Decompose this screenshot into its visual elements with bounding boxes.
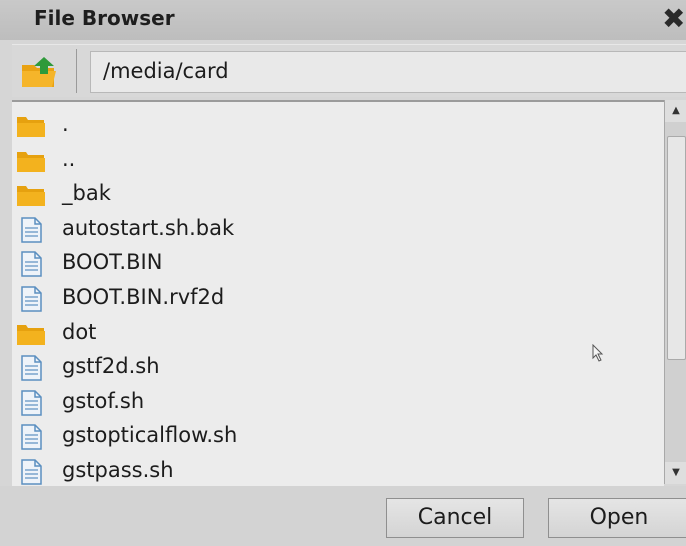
list-item[interactable]: BOOT.BIN bbox=[12, 246, 664, 281]
parent-folder-button[interactable] bbox=[20, 55, 64, 89]
list-item[interactable]: autostart.sh.bak bbox=[12, 212, 664, 247]
list-item[interactable]: . bbox=[12, 108, 664, 143]
scroll-down-button[interactable]: ▼ bbox=[665, 462, 686, 484]
file-name: BOOT.BIN.rvf2d bbox=[62, 285, 225, 309]
file-name: gstpass.sh bbox=[62, 458, 174, 482]
list-item[interactable]: _bak bbox=[12, 177, 664, 212]
file-icon bbox=[16, 251, 46, 278]
folder-icon bbox=[16, 113, 46, 139]
mouse-cursor-icon bbox=[592, 344, 604, 362]
file-name: BOOT.BIN bbox=[62, 250, 163, 275]
file-name: gstf2d.sh bbox=[62, 354, 160, 379]
scroll-up-button[interactable]: ▲ bbox=[665, 100, 686, 122]
file-name: autostart.sh.bak bbox=[62, 215, 235, 240]
list-item[interactable]: gstopticalflow.sh bbox=[12, 419, 664, 454]
file-list[interactable]: ... _bak autostart.sh.bak BOOT.BIN BOOT.BIN.… bbox=[12, 100, 664, 488]
file-icon bbox=[16, 286, 46, 312]
list-item[interactable]: gstf2d.sh bbox=[12, 350, 664, 385]
dialog-footer: Cancel Open bbox=[0, 486, 686, 546]
separator bbox=[76, 49, 77, 93]
open-button[interactable]: Open bbox=[548, 498, 686, 538]
file-name: . bbox=[62, 112, 69, 136]
folder-up-icon bbox=[22, 57, 56, 87]
cancel-button[interactable]: Cancel bbox=[386, 498, 524, 538]
file-name: gstof.sh bbox=[62, 388, 145, 413]
list-item[interactable]: gstof.sh bbox=[12, 385, 664, 420]
file-browser-window: File Browser ✖ /media/card ... _bakautost… bbox=[0, 0, 686, 546]
file-icon bbox=[16, 459, 46, 485]
path-bar: /media/card bbox=[12, 44, 686, 97]
path-text: /media/card bbox=[103, 59, 229, 83]
list-item[interactable]: BOOT.BIN.rvf2d bbox=[12, 281, 664, 316]
file-name: .. bbox=[62, 146, 76, 171]
window-title: File Browser bbox=[34, 6, 175, 30]
file-name: gstopticalflow.sh bbox=[62, 423, 238, 448]
file-name: _bak bbox=[62, 181, 111, 206]
list-item[interactable]: .. bbox=[12, 143, 664, 178]
file-icon bbox=[16, 390, 46, 416]
file-icon bbox=[16, 424, 46, 451]
folder-icon bbox=[16, 182, 46, 208]
file-name: dot bbox=[62, 319, 97, 344]
folder-icon bbox=[16, 321, 46, 347]
file-icon bbox=[16, 217, 46, 243]
scroll-thumb[interactable] bbox=[667, 136, 686, 360]
vertical-scrollbar[interactable]: ▲ ▼ bbox=[664, 100, 686, 484]
close-icon[interactable]: ✖ bbox=[662, 4, 686, 34]
title-bar: File Browser ✖ bbox=[0, 0, 686, 40]
path-input[interactable]: /media/card bbox=[90, 51, 686, 93]
list-item[interactable]: dot bbox=[12, 316, 664, 351]
list-item[interactable]: gstpass.sh bbox=[12, 454, 664, 486]
folder-icon bbox=[16, 148, 46, 174]
file-icon bbox=[16, 355, 46, 381]
